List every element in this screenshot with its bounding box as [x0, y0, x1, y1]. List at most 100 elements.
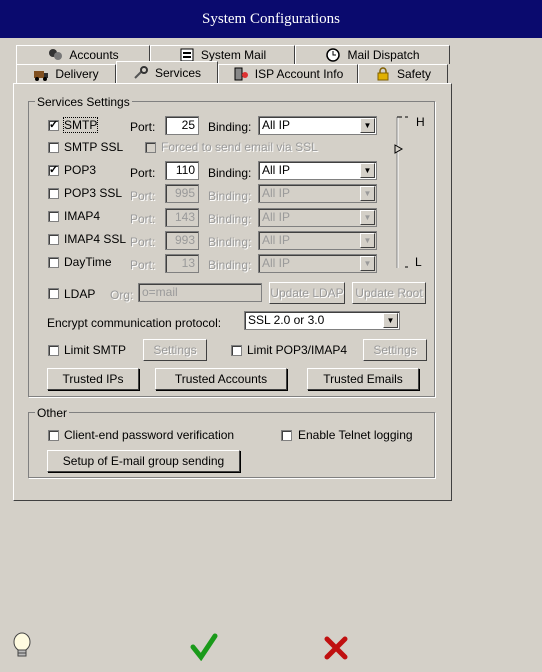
- other-title: Other: [35, 406, 70, 420]
- chevron-down-icon[interactable]: ▼: [360, 186, 375, 201]
- window-title-bar: System Configurations: [0, 0, 542, 38]
- system-mail-icon: [179, 48, 195, 62]
- ok-checkmark-icon[interactable]: [190, 633, 218, 664]
- encrypt-protocol-select[interactable]: SSL 2.0 or 3.0 ▼: [244, 311, 400, 330]
- pop3-checkbox[interactable]: ✓: [48, 165, 59, 176]
- pop3-binding-label: Binding:: [208, 166, 252, 180]
- ldap-checkbox[interactable]: [48, 288, 59, 299]
- pop3-binding-select[interactable]: All IP ▼: [258, 161, 377, 180]
- ldap-org-input[interactable]: o=mail: [138, 283, 262, 302]
- pop3-ssl-binding-select[interactable]: All IP ▼: [258, 184, 377, 203]
- isp-icon: [233, 67, 249, 81]
- tab-accounts-label: Accounts: [69, 48, 119, 62]
- trusted-emails-button[interactable]: Trusted Emails: [307, 368, 419, 390]
- tab-system-mail-label: System Mail: [200, 48, 267, 62]
- tab-delivery[interactable]: Delivery: [16, 64, 116, 83]
- smtp-ssl-checkbox[interactable]: [48, 142, 59, 153]
- smtp-port-label: Port:: [130, 120, 156, 134]
- tab-isp-account-info[interactable]: ISP Account Info: [218, 64, 358, 83]
- cancel-x-icon[interactable]: [323, 635, 349, 664]
- imap4-ssl-binding-value: All IP: [262, 233, 291, 247]
- imap4-binding-select[interactable]: All IP ▼: [258, 208, 377, 227]
- limit-pop3-label: Limit POP3/IMAP4: [247, 343, 348, 357]
- imap4-port-label: Port:: [130, 212, 156, 226]
- update-ldap-button[interactable]: Update LDAP: [269, 282, 345, 304]
- pop3-ssl-binding-value: All IP: [262, 186, 291, 200]
- imap4-binding-label: Binding:: [208, 212, 252, 226]
- tab-safety[interactable]: Safety: [358, 64, 448, 83]
- imap4-label: IMAP4: [64, 209, 101, 223]
- services-settings-title: Services Settings: [35, 95, 132, 109]
- email-group-setup-button[interactable]: Setup of E-mail group sending: [47, 450, 240, 472]
- bottom-bar: [0, 625, 542, 672]
- chevron-down-icon[interactable]: ▼: [360, 163, 375, 178]
- chevron-down-icon[interactable]: ▼: [360, 256, 375, 271]
- imap4-checkbox[interactable]: [48, 211, 59, 222]
- slider-low-label: L: [415, 255, 422, 269]
- services-icon: [133, 65, 149, 80]
- tab-isp-label: ISP Account Info: [254, 67, 344, 81]
- smtp-binding-value: All IP: [262, 118, 291, 132]
- smtp-port-input[interactable]: 25: [165, 116, 199, 135]
- slider-high-label: H: [416, 115, 425, 129]
- pop3-ssl-port-input[interactable]: 995: [165, 184, 199, 203]
- imap4-ssl-port-input[interactable]: 993: [165, 231, 199, 250]
- limit-pop3-settings-button[interactable]: Settings: [363, 339, 427, 361]
- imap4-ssl-binding-select[interactable]: All IP ▼: [258, 231, 377, 250]
- daytime-port-label: Port:: [130, 258, 156, 272]
- pop3-binding-value: All IP: [262, 163, 291, 177]
- tab-mail-dispatch[interactable]: Mail Dispatch: [295, 45, 450, 64]
- update-root-button[interactable]: Update Root: [352, 282, 426, 304]
- pop3-ssl-port-label: Port:: [130, 189, 156, 203]
- daytime-binding-label: Binding:: [208, 258, 252, 272]
- lightbulb-icon[interactable]: [11, 631, 33, 664]
- clock-icon: [325, 48, 341, 62]
- imap4-ssl-binding-label: Binding:: [208, 235, 252, 249]
- tab-mail-dispatch-label: Mail Dispatch: [347, 48, 420, 62]
- smtp-binding-select[interactable]: All IP ▼: [258, 116, 377, 135]
- encrypt-protocol-value: SSL 2.0 or 3.0: [248, 313, 325, 327]
- imap4-port-input[interactable]: 143: [165, 208, 199, 227]
- chevron-down-icon[interactable]: ▼: [383, 313, 398, 328]
- tab-safety-label: Safety: [396, 67, 432, 81]
- ldap-org-label: Org:: [110, 288, 134, 302]
- smtp-binding-label: Binding:: [208, 120, 252, 134]
- pop3-ssl-checkbox[interactable]: [48, 188, 59, 199]
- lock-icon: [375, 67, 391, 81]
- limit-smtp-checkbox[interactable]: [48, 345, 59, 356]
- imap4-ssl-port-label: Port:: [130, 235, 156, 249]
- client-password-checkbox[interactable]: [48, 430, 59, 441]
- daytime-checkbox[interactable]: [48, 257, 59, 268]
- smtp-ssl-label: SMTP SSL: [64, 140, 124, 154]
- chevron-down-icon[interactable]: ▼: [360, 233, 375, 248]
- pop3-port-input[interactable]: 110: [165, 161, 199, 180]
- pop3-ssl-label: POP3 SSL: [64, 186, 123, 200]
- tab-delivery-label: Delivery: [55, 67, 99, 81]
- limit-pop3-checkbox[interactable]: [231, 345, 242, 356]
- limit-smtp-settings-button[interactable]: Settings: [143, 339, 207, 361]
- tab-services[interactable]: Services: [116, 61, 218, 83]
- ldap-label: LDAP: [64, 287, 96, 301]
- tab-services-label: Services: [154, 65, 201, 80]
- pop3-ssl-binding-label: Binding:: [208, 189, 252, 203]
- smtp-checkbox[interactable]: ✓: [48, 120, 59, 131]
- priority-slider[interactable]: [394, 115, 410, 270]
- smtp-label: SMTP: [62, 117, 99, 133]
- forced-ssl-checkbox[interactable]: [145, 142, 156, 153]
- trusted-ips-button[interactable]: Trusted IPs: [47, 368, 139, 390]
- chevron-down-icon[interactable]: ▼: [360, 118, 375, 133]
- daytime-binding-select[interactable]: All IP ▼: [258, 254, 377, 273]
- trusted-accounts-button[interactable]: Trusted Accounts: [155, 368, 287, 390]
- daytime-port-input[interactable]: 13: [165, 254, 199, 273]
- daytime-label: DayTime: [64, 255, 112, 269]
- accounts-icon: [47, 48, 63, 62]
- telnet-logging-checkbox[interactable]: [281, 430, 292, 441]
- forced-ssl-label: Forced to send email via SSL: [161, 140, 318, 154]
- telnet-logging-label: Enable Telnet logging: [298, 428, 413, 442]
- limit-smtp-label: Limit SMTP: [64, 343, 127, 357]
- imap4-ssl-checkbox[interactable]: [48, 234, 59, 245]
- imap4-binding-value: All IP: [262, 210, 291, 224]
- encrypt-protocol-label: Encrypt communication protocol:: [47, 316, 222, 330]
- pop3-port-label: Port:: [130, 166, 156, 180]
- chevron-down-icon[interactable]: ▼: [360, 210, 375, 225]
